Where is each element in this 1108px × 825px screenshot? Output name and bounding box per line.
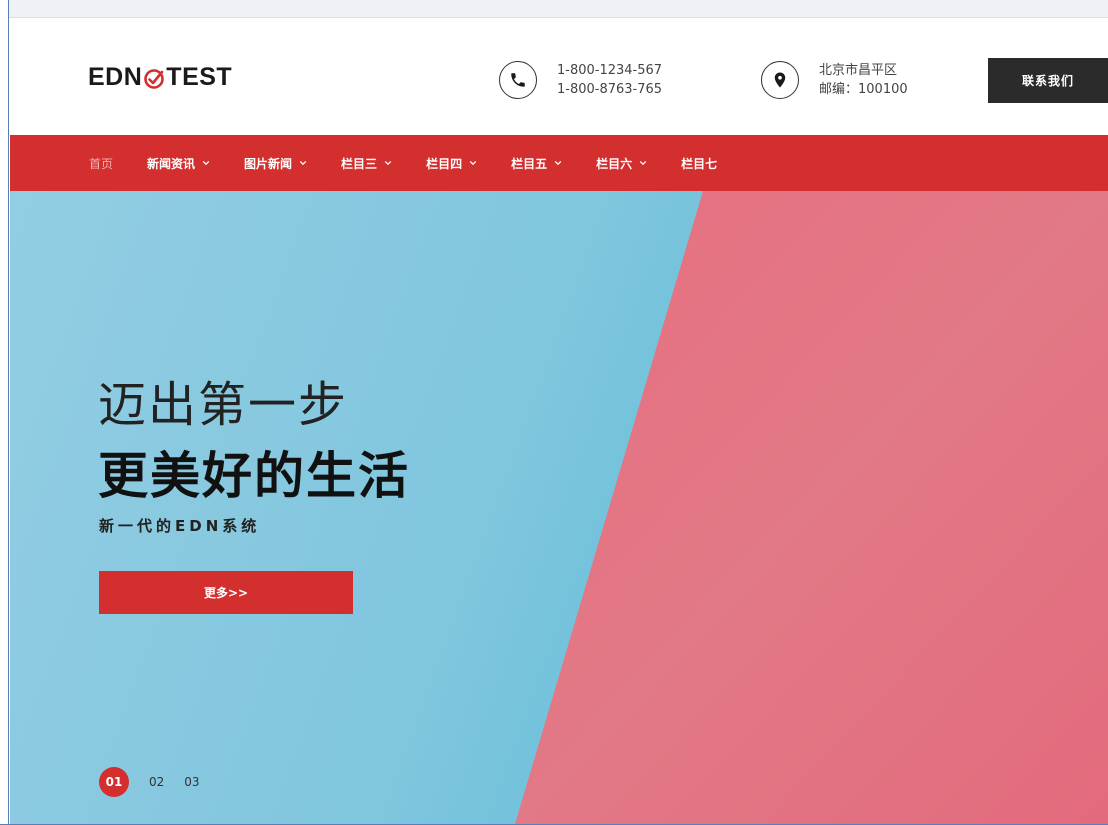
site-logo[interactable]: EDN TEST	[88, 63, 232, 92]
window-border-left	[0, 0, 9, 825]
chevron-down-icon	[554, 160, 562, 166]
nav-item-label: 栏目四	[426, 156, 463, 171]
slide-dot-2[interactable]: 02	[149, 775, 164, 789]
nav-item-column-6[interactable]: 栏目六	[596, 155, 647, 172]
contact-us-button[interactable]: 联系我们	[988, 58, 1108, 103]
address-lines: 北京市昌平区 邮编：100100	[819, 61, 908, 99]
main-nav: 首页 新闻资讯 图片新闻 栏目三 栏目四 栏目五 栏目六 栏目七	[10, 135, 1108, 191]
nav-item-photo-news[interactable]: 图片新闻	[244, 155, 307, 172]
nav-item-home[interactable]: 首页	[89, 155, 113, 172]
nav-item-label: 栏目六	[596, 156, 633, 171]
nav-item-label: 栏目三	[341, 156, 378, 171]
hero-title-line-1: 迈出第一步	[98, 377, 349, 433]
more-button[interactable]: 更多>>	[99, 571, 353, 614]
slide-dot-3[interactable]: 03	[184, 775, 199, 789]
logo-text-right: TEST	[166, 63, 233, 91]
location-pin-icon	[761, 61, 799, 99]
phone-lines: 1-800-1234-567 1-800-8763-765	[557, 61, 662, 99]
address-line-1: 北京市昌平区	[819, 63, 898, 78]
site-header: EDN TEST 1-800-1234-567 1-800-8763-765 北…	[10, 19, 1108, 135]
nav-item-news[interactable]: 新闻资讯	[147, 155, 210, 172]
address-line-2: 邮编：100100	[819, 82, 908, 97]
nav-item-column-7[interactable]: 栏目七	[681, 155, 717, 172]
nav-item-label: 图片新闻	[244, 156, 293, 171]
logo-check-icon	[143, 67, 165, 89]
address-contact: 北京市昌平区 邮编：100100	[761, 61, 908, 99]
phone-number-2: 1-800-8763-765	[557, 82, 663, 97]
logo-text-left: EDN	[88, 63, 143, 91]
chevron-down-icon	[299, 160, 307, 166]
nav-item-label: 新闻资讯	[147, 156, 196, 171]
hero-subtitle: 新一代的EDN系统	[99, 517, 261, 535]
chevron-down-icon	[639, 160, 647, 166]
browser-frame-top	[0, 0, 1108, 18]
hero-banner: 迈出第一步 更美好的生活 新一代的EDN系统 更多>> 01 02 03	[10, 191, 1108, 824]
chevron-down-icon	[384, 160, 392, 166]
phone-number-1: 1-800-1234-567	[557, 63, 663, 78]
phone-icon	[499, 61, 537, 99]
slide-dot-1[interactable]: 01	[99, 767, 129, 797]
chevron-down-icon	[469, 160, 477, 166]
slide-pagination: 01 02 03	[99, 767, 220, 797]
phone-contact: 1-800-1234-567 1-800-8763-765	[499, 61, 662, 99]
nav-item-label: 栏目七	[681, 156, 718, 171]
nav-item-column-4[interactable]: 栏目四	[426, 155, 477, 172]
nav-item-label: 栏目五	[511, 156, 548, 171]
nav-item-column-3[interactable]: 栏目三	[341, 155, 392, 172]
nav-item-column-5[interactable]: 栏目五	[511, 155, 562, 172]
nav-item-label: 首页	[89, 156, 114, 171]
hero-title-line-2: 更美好的生活	[98, 447, 410, 505]
chevron-down-icon	[202, 160, 210, 166]
